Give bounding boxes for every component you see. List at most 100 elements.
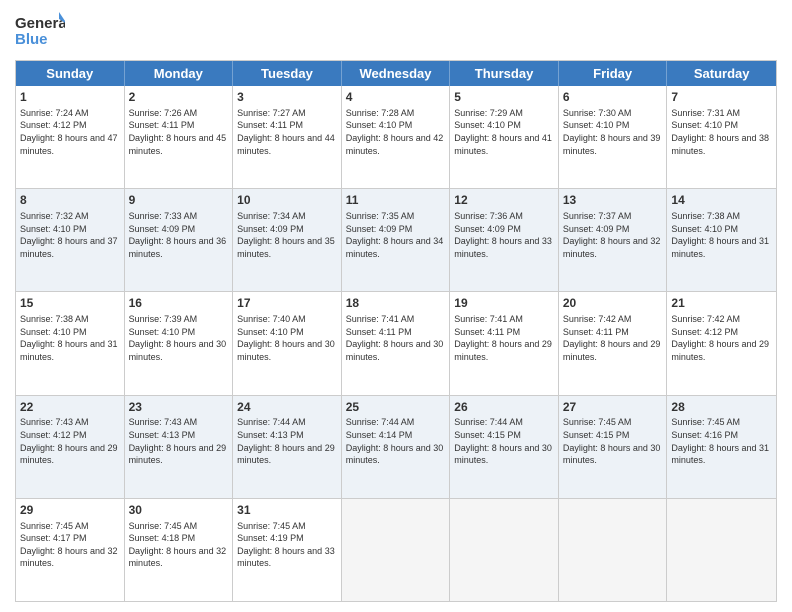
daylight-hours: Daylight: 8 hours and 44 minutes. — [237, 133, 335, 156]
sunset-time: Sunset: 4:19 PM — [237, 533, 304, 543]
day-number: 18 — [346, 295, 446, 312]
sunrise-time: Sunrise: 7:41 AM — [346, 314, 415, 324]
calendar-day-3: 3 Sunrise: 7:27 AM Sunset: 4:11 PM Dayli… — [233, 86, 342, 188]
day-number: 2 — [129, 89, 229, 106]
calendar-day-22: 22 Sunrise: 7:43 AM Sunset: 4:12 PM Dayl… — [16, 396, 125, 498]
calendar-day-6: 6 Sunrise: 7:30 AM Sunset: 4:10 PM Dayli… — [559, 86, 668, 188]
calendar-empty-cell — [559, 499, 668, 601]
calendar-week-2: 8 Sunrise: 7:32 AM Sunset: 4:10 PM Dayli… — [16, 189, 776, 292]
logo: General Blue — [15, 10, 65, 52]
calendar-day-8: 8 Sunrise: 7:32 AM Sunset: 4:10 PM Dayli… — [16, 189, 125, 291]
daylight-hours: Daylight: 8 hours and 33 minutes. — [454, 236, 552, 259]
daylight-hours: Daylight: 8 hours and 29 minutes. — [237, 443, 335, 466]
day-number: 1 — [20, 89, 120, 106]
day-number: 5 — [454, 89, 554, 106]
sunrise-time: Sunrise: 7:27 AM — [237, 108, 306, 118]
sunrise-time: Sunrise: 7:40 AM — [237, 314, 306, 324]
calendar-empty-cell — [450, 499, 559, 601]
daylight-hours: Daylight: 8 hours and 30 minutes. — [454, 443, 552, 466]
day-number: 21 — [671, 295, 772, 312]
sunrise-time: Sunrise: 7:39 AM — [129, 314, 198, 324]
calendar-day-1: 1 Sunrise: 7:24 AM Sunset: 4:12 PM Dayli… — [16, 86, 125, 188]
calendar-week-5: 29 Sunrise: 7:45 AM Sunset: 4:17 PM Dayl… — [16, 499, 776, 601]
calendar-day-27: 27 Sunrise: 7:45 AM Sunset: 4:15 PM Dayl… — [559, 396, 668, 498]
calendar-empty-cell — [667, 499, 776, 601]
calendar-day-28: 28 Sunrise: 7:45 AM Sunset: 4:16 PM Dayl… — [667, 396, 776, 498]
daylight-hours: Daylight: 8 hours and 32 minutes. — [563, 236, 661, 259]
day-number: 28 — [671, 399, 772, 416]
svg-text:Blue: Blue — [15, 31, 48, 48]
sunrise-time: Sunrise: 7:35 AM — [346, 211, 415, 221]
sunset-time: Sunset: 4:11 PM — [129, 120, 195, 130]
sunrise-time: Sunrise: 7:38 AM — [20, 314, 89, 324]
calendar-day-7: 7 Sunrise: 7:31 AM Sunset: 4:10 PM Dayli… — [667, 86, 776, 188]
calendar-day-29: 29 Sunrise: 7:45 AM Sunset: 4:17 PM Dayl… — [16, 499, 125, 601]
sunrise-time: Sunrise: 7:45 AM — [20, 521, 89, 531]
day-number: 4 — [346, 89, 446, 106]
sunset-time: Sunset: 4:09 PM — [129, 224, 196, 234]
daylight-hours: Daylight: 8 hours and 32 minutes. — [129, 546, 227, 569]
calendar-week-3: 15 Sunrise: 7:38 AM Sunset: 4:10 PM Dayl… — [16, 292, 776, 395]
sunset-time: Sunset: 4:10 PM — [20, 327, 87, 337]
day-number: 12 — [454, 192, 554, 209]
sunrise-time: Sunrise: 7:28 AM — [346, 108, 415, 118]
sunrise-time: Sunrise: 7:34 AM — [237, 211, 306, 221]
day-number: 6 — [563, 89, 663, 106]
sunset-time: Sunset: 4:11 PM — [454, 327, 520, 337]
day-number: 7 — [671, 89, 772, 106]
sunset-time: Sunset: 4:10 PM — [237, 327, 304, 337]
calendar-day-24: 24 Sunrise: 7:44 AM Sunset: 4:13 PM Dayl… — [233, 396, 342, 498]
calendar-day-20: 20 Sunrise: 7:42 AM Sunset: 4:11 PM Dayl… — [559, 292, 668, 394]
daylight-hours: Daylight: 8 hours and 39 minutes. — [563, 133, 661, 156]
calendar-day-30: 30 Sunrise: 7:45 AM Sunset: 4:18 PM Dayl… — [125, 499, 234, 601]
sunrise-time: Sunrise: 7:31 AM — [671, 108, 740, 118]
logo-svg: General Blue — [15, 10, 65, 52]
calendar-empty-cell — [342, 499, 451, 601]
sunrise-time: Sunrise: 7:45 AM — [563, 417, 632, 427]
calendar-weekday-thursday: Thursday — [450, 61, 559, 86]
daylight-hours: Daylight: 8 hours and 38 minutes. — [671, 133, 769, 156]
day-number: 15 — [20, 295, 120, 312]
daylight-hours: Daylight: 8 hours and 29 minutes. — [129, 443, 227, 466]
sunset-time: Sunset: 4:12 PM — [20, 430, 87, 440]
sunrise-time: Sunrise: 7:33 AM — [129, 211, 198, 221]
daylight-hours: Daylight: 8 hours and 35 minutes. — [237, 236, 335, 259]
sunrise-time: Sunrise: 7:38 AM — [671, 211, 740, 221]
calendar-day-23: 23 Sunrise: 7:43 AM Sunset: 4:13 PM Dayl… — [125, 396, 234, 498]
day-number: 16 — [129, 295, 229, 312]
day-number: 23 — [129, 399, 229, 416]
sunset-time: Sunset: 4:16 PM — [671, 430, 738, 440]
sunset-time: Sunset: 4:09 PM — [454, 224, 521, 234]
calendar-day-14: 14 Sunrise: 7:38 AM Sunset: 4:10 PM Dayl… — [667, 189, 776, 291]
day-number: 30 — [129, 502, 229, 519]
sunrise-time: Sunrise: 7:30 AM — [563, 108, 632, 118]
daylight-hours: Daylight: 8 hours and 33 minutes. — [237, 546, 335, 569]
sunset-time: Sunset: 4:11 PM — [346, 327, 412, 337]
sunrise-time: Sunrise: 7:41 AM — [454, 314, 523, 324]
sunrise-time: Sunrise: 7:29 AM — [454, 108, 523, 118]
day-number: 14 — [671, 192, 772, 209]
day-number: 17 — [237, 295, 337, 312]
calendar: SundayMondayTuesdayWednesdayThursdayFrid… — [15, 60, 777, 602]
sunset-time: Sunset: 4:11 PM — [237, 120, 303, 130]
sunset-time: Sunset: 4:10 PM — [20, 224, 87, 234]
sunset-time: Sunset: 4:14 PM — [346, 430, 413, 440]
header: General Blue — [15, 10, 777, 52]
calendar-week-4: 22 Sunrise: 7:43 AM Sunset: 4:12 PM Dayl… — [16, 396, 776, 499]
sunrise-time: Sunrise: 7:44 AM — [346, 417, 415, 427]
sunrise-time: Sunrise: 7:45 AM — [237, 521, 306, 531]
sunrise-time: Sunrise: 7:42 AM — [563, 314, 632, 324]
day-number: 19 — [454, 295, 554, 312]
daylight-hours: Daylight: 8 hours and 30 minutes. — [129, 339, 227, 362]
calendar-day-21: 21 Sunrise: 7:42 AM Sunset: 4:12 PM Dayl… — [667, 292, 776, 394]
daylight-hours: Daylight: 8 hours and 30 minutes. — [237, 339, 335, 362]
daylight-hours: Daylight: 8 hours and 45 minutes. — [129, 133, 227, 156]
calendar-day-16: 16 Sunrise: 7:39 AM Sunset: 4:10 PM Dayl… — [125, 292, 234, 394]
day-number: 20 — [563, 295, 663, 312]
calendar-weekday-wednesday: Wednesday — [342, 61, 451, 86]
daylight-hours: Daylight: 8 hours and 29 minutes. — [671, 339, 769, 362]
calendar-day-2: 2 Sunrise: 7:26 AM Sunset: 4:11 PM Dayli… — [125, 86, 234, 188]
daylight-hours: Daylight: 8 hours and 29 minutes. — [454, 339, 552, 362]
calendar-weekday-tuesday: Tuesday — [233, 61, 342, 86]
calendar-weekday-sunday: Sunday — [16, 61, 125, 86]
